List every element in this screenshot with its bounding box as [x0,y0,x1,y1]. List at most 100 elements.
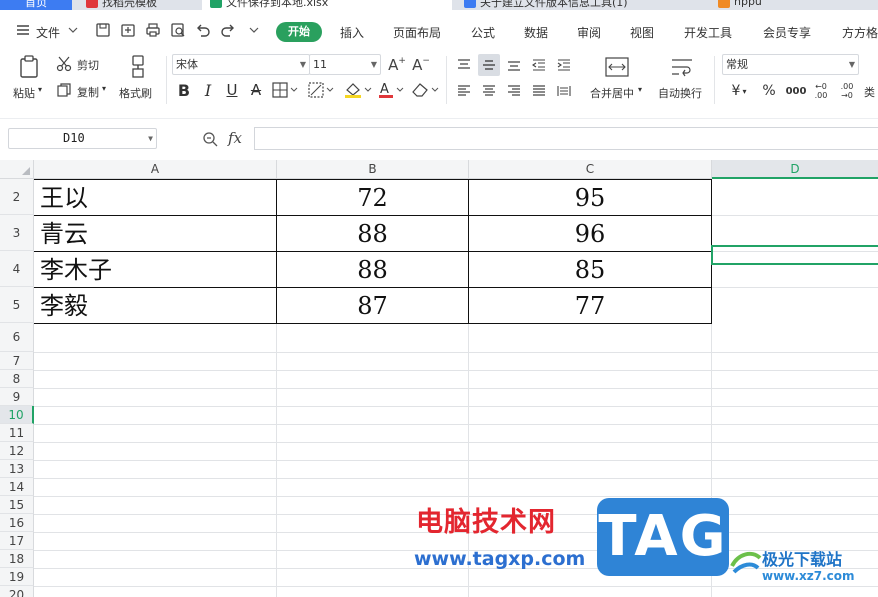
font-name-select[interactable]: 宋体 ▼ [172,54,310,75]
tab-document[interactable]: 关于建立文件版本信息工具(1) [456,0,706,10]
row-header-selected[interactable]: 10 [0,406,34,424]
cell-a2[interactable]: 王以 [40,182,88,214]
number-format-select[interactable]: 常规 ▼ [722,54,859,75]
menu-data[interactable]: 数据 [524,24,548,41]
row-header[interactable]: 17 [0,532,34,550]
menu-review[interactable]: 审阅 [577,24,601,41]
row-header[interactable]: 5 [0,287,34,323]
fx-icon[interactable]: fx [228,129,242,147]
align-left-icon[interactable] [455,82,473,100]
row-header[interactable]: 3 [0,215,34,251]
cell-c2[interactable]: 95 [469,182,711,214]
align-right-icon[interactable] [505,82,523,100]
selected-cell-d10[interactable] [711,245,878,265]
eraser-icon[interactable] [410,81,440,99]
hamburger-menu-icon[interactable] [14,21,32,39]
column-header-d[interactable]: D [712,160,878,179]
row-header[interactable]: 9 [0,388,34,406]
menu-file[interactable]: 文件 [36,24,60,41]
increase-font-icon[interactable]: A + [387,55,407,75]
font-size-select[interactable]: 11 ▼ [309,54,381,75]
paste-dropdown-icon[interactable]: ▾ [38,85,42,94]
align-top-icon[interactable] [455,56,473,74]
column-header-b[interactable]: B [277,160,469,179]
cell-b3[interactable]: 88 [277,218,468,250]
copy-button[interactable]: 复制 [77,84,99,100]
undo-icon[interactable] [194,21,212,39]
redo-icon[interactable] [219,21,237,39]
distributed-align-icon[interactable] [555,82,573,100]
row-header[interactable]: 13 [0,460,34,478]
row-header[interactable]: 15 [0,496,34,514]
tab-pdf[interactable]: hppu [710,0,878,10]
row-header[interactable]: 4 [0,251,34,287]
column-header-c[interactable]: C [469,160,712,179]
menu-insert[interactable]: 插入 [340,24,364,41]
row-header[interactable]: 6 [0,323,34,352]
format-painter-icon[interactable] [126,54,150,80]
row-header[interactable]: 16 [0,514,34,532]
export-icon[interactable] [119,21,137,39]
decrease-font-icon[interactable]: A − [411,55,431,75]
tab-template[interactable]: 找稻壳模板 [78,0,200,10]
menu-formula[interactable]: 公式 [471,24,495,41]
paste-icon[interactable] [16,54,42,80]
percent-icon[interactable]: % [759,81,779,101]
cell-c5[interactable]: 77 [469,290,711,322]
format-painter-button[interactable]: 格式刷 [119,85,152,101]
increase-indent-icon[interactable] [555,56,573,74]
scissors-icon[interactable] [55,55,73,73]
decrease-indent-icon[interactable] [530,56,548,74]
copy-dropdown-icon[interactable]: ▾ [102,84,106,93]
more-number-label[interactable]: 类 [864,84,875,100]
italic-icon[interactable]: I [199,80,217,100]
zoom-formula-icon[interactable] [200,129,220,149]
tab-home[interactable]: 首页 [0,0,72,10]
row-header[interactable]: 14 [0,478,34,496]
fill-color-icon[interactable] [343,81,373,99]
name-box[interactable]: D10 ▼ [8,128,157,149]
cell-c4[interactable]: 85 [469,254,711,286]
row-header[interactable]: 2 [0,179,34,215]
copy-icon[interactable] [55,81,73,99]
cell-a4[interactable]: 李木子 [40,254,112,286]
menu-view[interactable]: 视图 [630,24,654,41]
tab-start[interactable]: 开始 [276,22,322,42]
increase-decimal-icon[interactable]: ←0.00 [810,81,832,101]
font-color-icon[interactable]: A [377,81,405,99]
quick-access-more-icon[interactable] [245,21,263,39]
merge-dropdown-icon[interactable]: ▾ [638,85,642,94]
select-all-corner[interactable] [0,160,34,179]
align-middle-icon[interactable] [478,54,500,76]
cell-style-icon[interactable] [307,81,335,99]
cell-c3[interactable]: 96 [469,218,711,250]
cell-b2[interactable]: 72 [277,182,468,214]
cell-b4[interactable]: 88 [277,254,468,286]
print-preview-icon[interactable] [169,21,187,39]
currency-icon[interactable]: ¥ ▾ [726,81,752,101]
row-header[interactable]: 7 [0,352,34,370]
cell-b5[interactable]: 87 [277,290,468,322]
tab-spreadsheet[interactable]: 文件保存到本地.xlsx [202,0,452,10]
row-header[interactable]: 18 [0,550,34,568]
thousands-separator-icon[interactable]: 000 [785,81,807,101]
print-icon[interactable] [144,21,162,39]
row-header[interactable]: 20 [0,586,34,597]
menu-developer[interactable]: 开发工具 [684,24,732,41]
cell-a3[interactable]: 青云 [40,218,88,250]
wrap-text-icon[interactable] [669,55,695,79]
border-icon[interactable] [271,81,299,99]
menu-member[interactable]: 会员专享 [763,24,811,41]
merge-center-icon[interactable] [604,55,630,79]
row-header[interactable]: 11 [0,424,34,442]
wrap-text-button[interactable]: 自动换行 [658,85,702,101]
paste-button[interactable]: 粘贴 [13,85,35,101]
underline-icon[interactable]: U [223,80,241,100]
bold-icon[interactable]: B [175,80,193,100]
strikethrough-icon[interactable]: A [247,80,265,100]
formula-input[interactable] [254,127,878,150]
chevron-down-icon[interactable] [64,21,82,39]
menu-fangfangge[interactable]: 方方格 [842,24,878,41]
justify-icon[interactable] [530,82,548,100]
decrease-decimal-icon[interactable]: .00 →0 [836,81,858,101]
